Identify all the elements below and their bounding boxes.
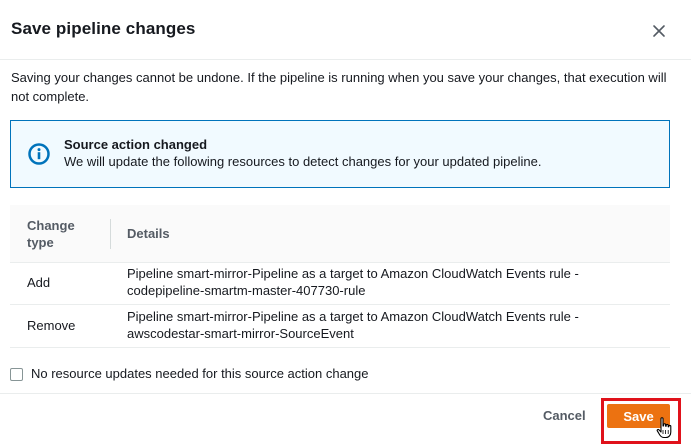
alert-text: We will update the following resources t… bbox=[64, 154, 542, 169]
table-row: Remove Pipeline smart-mirror-Pipeline as… bbox=[10, 305, 670, 348]
change-type-cell: Remove bbox=[27, 318, 76, 333]
info-icon bbox=[28, 143, 50, 165]
alert-title: Source action changed bbox=[64, 137, 208, 152]
column-header-change-type-line2: type bbox=[27, 235, 54, 250]
column-header-change-type-line1: Change bbox=[27, 218, 75, 233]
details-cell: Pipeline smart-mirror-Pipeline as a targ… bbox=[127, 266, 579, 298]
dialog-header: Save pipeline changes bbox=[0, 0, 691, 60]
change-type-cell: Add bbox=[27, 275, 51, 290]
details-cell: Pipeline smart-mirror-Pipeline as a targ… bbox=[127, 309, 579, 341]
dialog-title: Save pipeline changes bbox=[11, 19, 196, 38]
column-header-details: Details bbox=[127, 226, 170, 241]
hand-cursor-icon bbox=[656, 417, 672, 439]
close-icon bbox=[653, 25, 665, 37]
dialog-footer: Cancel bbox=[0, 393, 691, 446]
table-row: Add Pipeline smart-mirror-Pipeline as a … bbox=[10, 262, 670, 305]
no-updates-checkbox[interactable] bbox=[10, 368, 23, 381]
cancel-button[interactable]: Cancel bbox=[535, 408, 594, 423]
dialog-description: Saving your changes cannot be undone. If… bbox=[11, 70, 667, 104]
info-alert: Source action changed We will update the… bbox=[10, 120, 670, 188]
column-header-change-type: Change type bbox=[27, 217, 87, 251]
close-button[interactable] bbox=[648, 20, 670, 42]
column-divider bbox=[110, 219, 111, 249]
table-header-row: Change type Details bbox=[10, 205, 670, 263]
no-updates-checkbox-label[interactable]: No resource updates needed for this sour… bbox=[31, 366, 369, 381]
